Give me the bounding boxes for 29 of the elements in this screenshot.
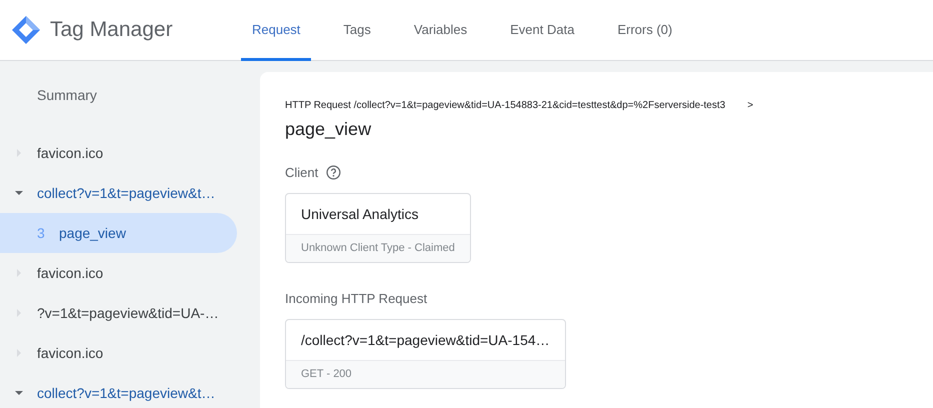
breadcrumb-text: HTTP Request /collect?v=1&t=pageview&tid=UA-154883-21&cid=testtest&dp=%2Fserverside-test3: [285, 99, 726, 113]
card-title: Universal Analytics: [300, 204, 420, 224]
tab[interactable]: Tags: [332, 0, 382, 60]
summary-item[interactable]: Summary: [0, 71, 260, 120]
sidebar-item[interactable]: ?v=1&t=pageview&tid=UA-…: [0, 293, 237, 333]
sidebar-item[interactable]: favicon.ico: [0, 253, 237, 293]
card-title: /collect?v=1&t=pageview&tid=UA-154…: [300, 330, 551, 350]
page-title: page_view: [285, 118, 372, 141]
sidebar-item[interactable]: collect?v=1&t=pageview&t…: [0, 173, 237, 213]
sidebar-item[interactable]: favicon.ico: [0, 333, 237, 373]
help-icon[interactable]: [326, 165, 342, 180]
caret-down-icon[interactable]: [14, 388, 24, 398]
breadcrumb-separator: >: [747, 99, 754, 113]
logo-icon: [10, 14, 42, 46]
tab[interactable]: Variables: [402, 0, 478, 60]
sidebar-item[interactable]: favicon.ico: [0, 133, 237, 173]
app-title: Tag Manager: [50, 17, 173, 44]
info-card[interactable]: Universal Analytics Unknown Client Type - Claimed: [285, 192, 471, 263]
caret-down-icon[interactable]: [14, 188, 24, 198]
info-card[interactable]: /collect?v=1&t=pageview&tid=UA-154… GET - 200: [285, 318, 566, 389]
tab[interactable]: Event Data: [499, 0, 586, 60]
sidebar-item[interactable]: 3 page_view: [0, 213, 237, 253]
section-label: Client: [285, 164, 318, 182]
sidebar-item[interactable]: collect?v=1&t=pageview&t…: [0, 373, 237, 408]
tab[interactable]: Request: [241, 0, 312, 60]
section-label: Incoming HTTP Request: [285, 290, 428, 308]
card-footer-text: GET - 200: [286, 360, 565, 388]
card-footer-text: Unknown Client Type - Claimed: [286, 234, 470, 262]
tab[interactable]: Errors (0): [606, 0, 684, 60]
